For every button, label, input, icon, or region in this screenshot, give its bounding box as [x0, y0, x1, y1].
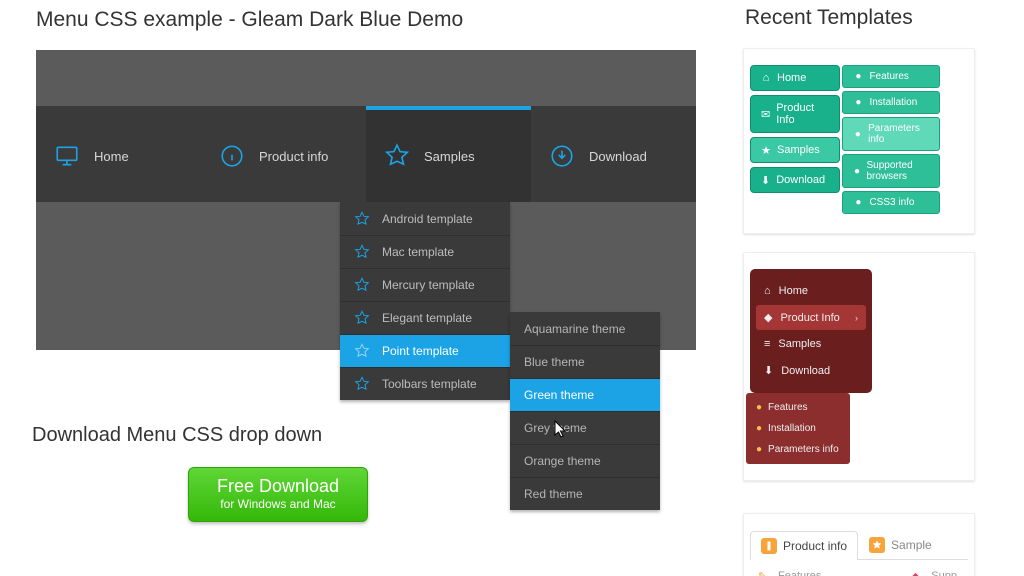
g-product: ✉Product Info — [750, 95, 840, 133]
download-btn-line2: for Windows and Mac — [201, 497, 355, 511]
g-fly-item: ●Supported browsers — [842, 154, 940, 188]
menubar: Home Product info Samples — [36, 106, 696, 202]
g-fly-item: ●Features — [842, 65, 940, 88]
star-icon — [869, 537, 885, 553]
menu-label: Download — [589, 149, 647, 164]
menu-product-info[interactable]: Product info — [201, 106, 366, 202]
home-icon: ⌂ — [764, 285, 771, 297]
cursor-icon — [554, 420, 569, 440]
r-fly-item: ●Parameters info — [750, 439, 846, 460]
submenu-item[interactable]: Toolbars template — [340, 367, 510, 400]
submenu-item[interactable]: Mercury template — [340, 268, 510, 301]
monitor-icon — [54, 143, 80, 169]
free-download-button[interactable]: Free Download for Windows and Mac — [188, 467, 368, 522]
menu-samples[interactable]: Samples — [366, 106, 531, 202]
theme-item[interactable]: Aquamarine theme — [510, 312, 660, 345]
menu-download[interactable]: Download — [531, 106, 696, 202]
submenu-label: Elegant template — [382, 311, 472, 325]
theme-label: Orange theme — [524, 454, 601, 468]
r-product: ◆Product Info› — [756, 305, 866, 330]
theme-label: Blue theme — [524, 355, 585, 369]
menu-label: Samples — [424, 149, 475, 164]
bullet-icon: ● — [756, 423, 762, 434]
o-tab-product: Product info — [750, 531, 858, 560]
star-icon — [354, 244, 370, 260]
tag-icon: ◆ — [764, 311, 772, 324]
chevron-right-icon: › — [855, 313, 858, 323]
theme-item-grey[interactable]: Grey theme — [510, 411, 660, 444]
submenu-item[interactable]: Elegant template — [340, 301, 510, 334]
recent-templates-title: Recent Templates — [733, 6, 1020, 30]
bullet-icon: ● — [853, 129, 862, 139]
download-icon: ⬇ — [764, 364, 773, 377]
theme-label: Aquamarine theme — [524, 322, 625, 336]
star-icon — [354, 277, 370, 293]
star-icon — [384, 143, 410, 169]
bullet-icon: ● — [853, 166, 860, 176]
template-thumb-red[interactable]: ⌂Home ◆Product Info› ≡Samples ⬇Download … — [743, 252, 975, 481]
theme-label: Red theme — [524, 487, 583, 501]
star-icon — [354, 376, 370, 392]
info-icon — [761, 538, 777, 554]
page-title: Menu CSS example - Gleam Dark Blue Demo — [36, 8, 725, 32]
menu-label: Home — [94, 149, 129, 164]
r-samples: ≡Samples — [756, 332, 866, 356]
star-icon — [354, 211, 370, 227]
submenu-label: Mercury template — [382, 278, 475, 292]
g-home: ⌂Home — [750, 65, 840, 91]
r-home: ⌂Home — [756, 279, 866, 303]
bullet-icon: ● — [853, 198, 863, 208]
chat-icon: ✉ — [761, 109, 770, 119]
download-btn-line1: Free Download — [201, 476, 355, 497]
submenu-label: Mac template — [382, 245, 454, 259]
o-item: ◆Supp — [907, 566, 964, 576]
template-thumb-orange[interactable]: Product info Sample ✎Features 🔧Installat… — [743, 513, 975, 576]
submenu-item-point[interactable]: Point template — [340, 334, 510, 367]
pencil-icon: ✎ — [758, 570, 770, 576]
g-fly-item: ●CSS3 info — [842, 191, 940, 214]
bullet-icon: ● — [853, 72, 863, 82]
menu-demo: Home Product info Samples — [36, 50, 696, 350]
download-icon — [549, 143, 575, 169]
info-icon — [219, 143, 245, 169]
r-fly-item: ●Installation — [750, 418, 846, 439]
home-icon: ⌂ — [761, 73, 771, 83]
bullet-icon: ● — [756, 444, 762, 455]
theme-item[interactable]: Orange theme — [510, 444, 660, 477]
bullet-icon: ● — [853, 98, 863, 108]
bullet-icon: ● — [756, 402, 762, 413]
theme-item[interactable]: Blue theme — [510, 345, 660, 378]
g-download: ⬇Download — [750, 167, 840, 193]
r-download: ⬇Download — [756, 358, 866, 383]
star-icon — [354, 310, 370, 326]
submenu-item[interactable]: Mac template — [340, 235, 510, 268]
g-fly-item: ●Parameters info — [842, 117, 940, 151]
theme-label: Green theme — [524, 388, 594, 402]
submenu-item[interactable]: Android template — [340, 202, 510, 235]
diamond-icon: ◆ — [911, 570, 923, 576]
submenu-label: Toolbars template — [382, 377, 477, 391]
list-icon: ≡ — [764, 338, 770, 350]
theme-item-green[interactable]: Green theme — [510, 378, 660, 411]
g-samples: ★Samples — [750, 137, 840, 163]
download-icon: ⬇ — [761, 175, 770, 185]
menu-home[interactable]: Home — [36, 106, 201, 202]
submenu-themes: Aquamarine theme Blue theme Green theme … — [510, 312, 660, 510]
g-fly-item: ●Installation — [842, 91, 940, 114]
star-icon: ★ — [761, 145, 771, 155]
submenu-label: Point template — [382, 344, 459, 358]
submenu-samples: Android template Mac template Mercury te… — [340, 202, 510, 400]
r-fly-item: ●Features — [750, 397, 846, 418]
submenu-label: Android template — [382, 212, 473, 226]
star-icon — [354, 343, 370, 359]
template-thumb-green[interactable]: ⌂Home ✉Product Info ★Samples ⬇Download ●… — [743, 48, 975, 234]
o-item: ✎Features — [754, 566, 857, 576]
theme-item[interactable]: Red theme — [510, 477, 660, 510]
o-tab-sample: Sample — [858, 530, 943, 559]
menu-label: Product info — [259, 149, 328, 164]
